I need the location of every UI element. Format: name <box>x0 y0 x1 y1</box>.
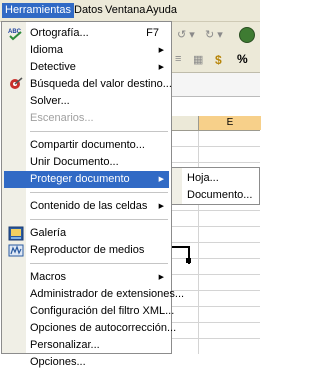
menu-item-shortcut: F7 <box>146 27 159 39</box>
menu-item-macros[interactable]: Macros ▶ <box>4 269 169 286</box>
menu-item-contenido-celdas[interactable]: Contenido de las celdas ▶ <box>4 198 169 215</box>
currency-format-icon[interactable]: $ <box>215 53 222 67</box>
menu-item-busqueda-valor-destino[interactable]: Búsqueda del valor destino... <box>4 76 172 93</box>
formatting-toolbar: ≡ ▦ $ % <box>171 48 260 73</box>
submenu-arrow-icon: ▶ <box>158 176 164 183</box>
menu-ayuda[interactable]: Ayuda <box>143 3 180 18</box>
menu-item-label: Búsqueda del valor destino... <box>30 78 172 90</box>
menu-item-label: Administrador de extensiones... <box>30 288 185 300</box>
menu-item-personalizar[interactable]: Personalizar... <box>4 337 169 354</box>
percent-format-icon[interactable]: % <box>237 52 248 66</box>
menu-separator <box>30 131 168 132</box>
proteger-documento-submenu: Hoja... Documento... <box>171 167 260 205</box>
navigator-icon[interactable] <box>239 27 255 43</box>
menu-item-label: Compartir documento... <box>30 139 145 151</box>
submenu-arrow-icon: ▶ <box>158 64 164 71</box>
submenu-item-label: Hoja... <box>187 172 219 184</box>
menu-item-opciones-autocorreccion[interactable]: Opciones de autocorrección... <box>4 320 176 337</box>
menu-item-label: Opciones... <box>30 356 86 368</box>
menu-item-label: Proteger documento <box>30 173 130 185</box>
redo-icon[interactable]: ↻ ▾ <box>205 28 223 41</box>
herramientas-dropdown: ABC Ortografía... F7 Idioma ▶ Detective … <box>1 21 184 368</box>
menu-item-label: Personalizar... <box>30 339 100 351</box>
menu-item-administrador-extensiones[interactable]: Administrador de extensiones... <box>4 286 184 303</box>
menu-item-label: Ortografía... <box>30 27 89 39</box>
submenu-arrow-icon: ▶ <box>158 47 164 54</box>
submenu-arrow-icon: ▶ <box>158 274 164 281</box>
menu-item-label: Detective <box>30 61 76 73</box>
submenu-item-documento[interactable]: Documento... <box>174 187 258 204</box>
menu-item-reproductor-medios[interactable]: Reproductor de medios <box>4 242 169 259</box>
menu-item-label: Macros <box>30 271 67 283</box>
menu-item-solver[interactable]: Solver... <box>4 93 169 110</box>
menu-item-label: Escenarios... <box>30 112 94 124</box>
menu-item-opciones[interactable]: Opciones... <box>4 354 169 371</box>
menu-item-proteger-documento[interactable]: Proteger documento ▶ <box>4 171 169 188</box>
spellcheck-icon: ABC <box>8 26 24 41</box>
menu-item-label: Contenido de las celdas <box>30 200 148 212</box>
menu-item-compartir-documento[interactable]: Compartir documento... <box>4 137 169 154</box>
align-justify-icon[interactable]: ≡ <box>175 53 181 65</box>
submenu-item-label: Documento... <box>187 189 253 201</box>
goal-seek-icon <box>8 77 24 92</box>
merge-cells-icon[interactable]: ▦ <box>193 53 203 66</box>
spreadsheet-grid[interactable] <box>171 131 260 354</box>
media-player-icon <box>8 243 24 258</box>
submenu-arrow-icon: ▶ <box>158 203 164 210</box>
menu-item-label: Solver... <box>30 95 70 107</box>
menu-separator <box>30 263 168 264</box>
menu-item-label: Galería <box>30 227 67 239</box>
standard-toolbar: ↺ ▾ ↻ ▾ <box>171 22 260 48</box>
column-header-e[interactable]: E <box>198 116 261 130</box>
fill-handle[interactable] <box>186 258 191 263</box>
menu-datos[interactable]: Datos <box>71 3 106 18</box>
menu-ventana[interactable]: Ventana <box>102 3 148 18</box>
gallery-icon <box>8 226 24 241</box>
menu-item-idioma[interactable]: Idioma ▶ <box>4 42 169 59</box>
menu-herramientas[interactable]: Herramientas <box>2 3 75 18</box>
menu-item-ortografia[interactable]: ABC Ortografía... F7 <box>4 25 169 42</box>
menu-item-configuracion-filtro-xml[interactable]: Configuración del filtro XML... <box>4 303 174 320</box>
menu-item-detective[interactable]: Detective ▶ <box>4 59 169 76</box>
formula-bar[interactable] <box>171 73 260 97</box>
menu-item-label: Idioma <box>30 44 64 56</box>
menu-item-label: Unir Documento... <box>30 156 119 168</box>
menu-item-unir-documento[interactable]: Unir Documento... <box>4 154 169 171</box>
undo-icon[interactable]: ↺ ▾ <box>177 28 195 41</box>
menu-item-label: Configuración del filtro XML... <box>30 305 175 317</box>
submenu-item-hoja[interactable]: Hoja... <box>174 170 258 187</box>
menu-item-galeria[interactable]: Galería <box>4 225 169 242</box>
menu-item-escenarios: Escenarios... <box>4 110 169 127</box>
menu-separator <box>30 219 168 220</box>
menu-item-label: Opciones de autocorrección... <box>30 322 177 334</box>
menu-bar: Herramientas Datos Ventana Ayuda <box>0 0 260 22</box>
menu-item-label: Reproductor de medios <box>30 244 145 256</box>
menu-separator <box>30 192 168 193</box>
